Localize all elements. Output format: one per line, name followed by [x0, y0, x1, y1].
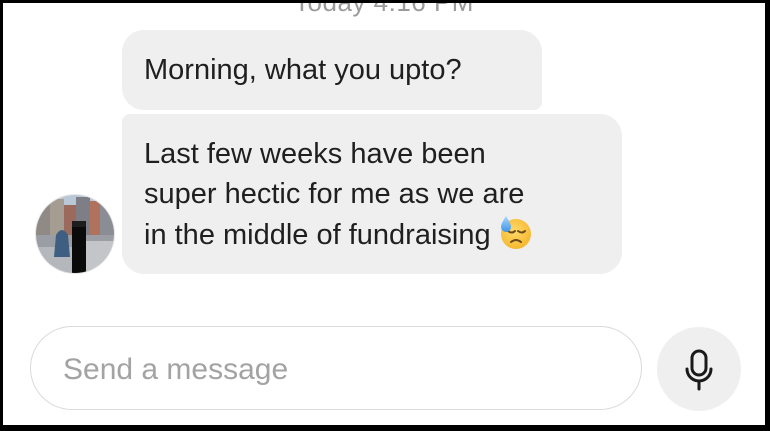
message-composer[interactable]: [30, 326, 642, 410]
message-bubble[interactable]: Morning, what you upto?: [122, 30, 542, 110]
message-input[interactable]: [61, 347, 625, 393]
message-timestamp: Today 4:16 PM: [3, 3, 765, 18]
avatar[interactable]: [36, 195, 114, 273]
message-text-segment: in the middle of fundraising: [144, 219, 491, 251]
downcast-face-with-sweat-icon: [497, 214, 533, 261]
message-bubble[interactable]: Last few weeks have been super hectic fo…: [122, 114, 622, 274]
voice-message-button[interactable]: [657, 327, 741, 411]
message-text-line: super hectic for me as we are: [144, 178, 525, 210]
chat-window: Today 4:16 PM Morning, what you upto? La…: [3, 3, 765, 425]
message-text-line: Last few weeks have been: [144, 138, 486, 170]
message-text-line: in the middle of fundraising: [144, 214, 600, 261]
message-text: Morning, what you upto?: [144, 54, 462, 86]
avatar-photo: [36, 195, 114, 273]
microphone-icon: [685, 349, 713, 391]
